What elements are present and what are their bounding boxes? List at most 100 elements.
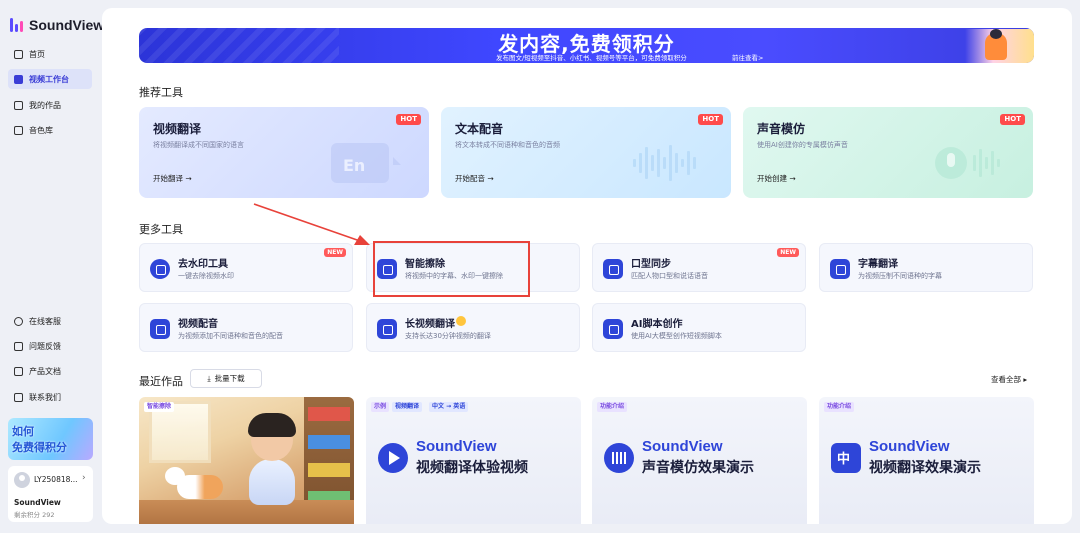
vip-crown-icon [456, 316, 466, 326]
video-workbench-icon [14, 74, 23, 84]
avatar [14, 472, 30, 488]
tool-title: 视频配音 [178, 319, 218, 330]
caret-right-icon: ▸ [1023, 375, 1028, 384]
microphone-icon [935, 147, 1000, 179]
banner-character-icon [985, 29, 1007, 60]
view-all-link[interactable]: 查看全部 ▸ [991, 374, 1027, 385]
tool-subtitle-translate[interactable]: 字幕翻译 为视频压制不同语种的字幕 [819, 243, 1033, 292]
chevron-right-icon[interactable]: › [82, 473, 86, 483]
work-tag: 视频翻译 [392, 402, 423, 412]
card-desc: 将文本转成不同语种和音色的音频 [455, 141, 560, 149]
work-tag: 智能擦除 [144, 402, 175, 412]
sidebar-item-contact-us[interactable]: 联系我们 [8, 387, 92, 407]
video-dubbing-icon [150, 319, 170, 339]
tool-desc: 使用AI大模型创作短视频脚本 [631, 332, 722, 340]
download-circle-icon [150, 259, 170, 279]
tool-ai-script[interactable]: AI脚本创作 使用AI大模型创作短视频脚本 [592, 303, 806, 352]
work-card-subtitle-demo[interactable]: 功能介绍 中 SoundView 视频翻译效果演示 [819, 397, 1034, 524]
promo-line-2: 免费得积分 [12, 441, 67, 454]
start-dubbing-link[interactable]: 开始配音 → [455, 173, 494, 184]
sidebar-item-home[interactable]: 首页 [8, 44, 92, 64]
work-name: 声音模仿效果演示 [642, 460, 754, 476]
promo-banner[interactable]: 发内容,免费领积分 发布图文/短视频至抖音、小红书、视频号等平台，可免费领取积分… [139, 28, 1034, 63]
app-name: SoundView [29, 17, 105, 33]
qrcode-icon [14, 392, 23, 402]
document-icon [14, 366, 23, 376]
work-card-smart-erase[interactable]: 智能擦除 [139, 397, 354, 524]
app-logo[interactable]: SoundView [10, 17, 104, 33]
card-desc: 使用AI创建你的专属模仿声音 [757, 141, 848, 149]
play-icon [378, 443, 408, 473]
batch-download-button[interactable]: ⤓ 批量下载 [190, 369, 262, 388]
batch-download-label: 批量下载 [214, 374, 245, 383]
card-title: 视频翻译 [153, 122, 202, 136]
tool-desc: 支持长达30分钟视频的翻译 [405, 332, 491, 340]
work-card-translate-demo[interactable]: 示例 视频翻译 中文 → 英语 SoundView 视频翻译体验视频 [366, 397, 581, 524]
child-hair-illustration [248, 413, 296, 437]
new-badge: NEW [324, 248, 346, 257]
tool-desc: 匹配人物口型和说话语音 [631, 272, 708, 280]
tool-lip-sync[interactable]: 口型同步 匹配人物口型和说话语音 NEW [592, 243, 806, 292]
start-create-link[interactable]: 开始创建 → [757, 173, 796, 184]
tool-desc: 为视频压制不同语种的字幕 [858, 272, 942, 280]
work-card-voice-clone-demo[interactable]: 功能介绍 SoundView 声音模仿效果演示 [592, 397, 807, 524]
sidebar-item-label: 视频工作台 [29, 74, 69, 84]
sidebar-item-my-works[interactable]: 我的作品 [8, 95, 92, 115]
sidebar-item-label: 问题反馈 [29, 341, 61, 351]
section-title-recommended: 推荐工具 [139, 86, 183, 99]
tool-card-video-translate[interactable]: 视频翻译 将视频翻译成不同国家的语言 开始翻译 → HOT En [139, 107, 429, 198]
works-icon [14, 100, 23, 110]
promo-line-1: 如何 [12, 425, 34, 438]
sidebar: SoundView 首页 视频工作台 我的作品 音色库 在线客服 问题反馈 产品… [0, 0, 104, 533]
new-badge: NEW [777, 248, 799, 257]
tool-card-text-dubbing[interactable]: 文本配音 将文本转成不同语种和音色的音频 开始配音 → HOT [441, 107, 731, 198]
headset-icon [14, 316, 23, 326]
audio-bars-icon [604, 443, 634, 473]
sidebar-item-product-docs[interactable]: 产品文档 [8, 361, 92, 381]
highlight-box [373, 241, 530, 297]
free-points-promo[interactable]: 如何 免费得积分 [8, 418, 93, 460]
tool-desc: 为视频添加不同语种和音色的配音 [178, 332, 283, 340]
download-icon: ⤓ [207, 373, 211, 383]
card-title: 文本配音 [455, 122, 504, 136]
banner-link[interactable]: 前往查看> [732, 52, 763, 62]
work-name: 视频翻译效果演示 [869, 460, 981, 476]
main-panel: 发内容,免费领积分 发布图文/短视频至抖音、小红书、视频号等平台，可免费领取积分… [102, 8, 1072, 524]
tool-card-voice-clone[interactable]: 声音模仿 使用AI创建你的专属模仿声音 开始创建 → HOT [743, 107, 1033, 198]
work-tag: 示例 [371, 402, 390, 412]
voice-library-icon [14, 125, 23, 135]
sidebar-item-online-support[interactable]: 在线客服 [8, 311, 92, 331]
lip-sync-icon [603, 259, 623, 279]
tool-title: 长视频翻译 [405, 319, 455, 330]
sidebar-item-label: 在线客服 [29, 316, 61, 326]
ai-script-icon [603, 319, 623, 339]
logo-icon [10, 18, 24, 32]
tool-title: AI脚本创作 [631, 319, 683, 330]
sidebar-item-voice-library[interactable]: 音色库 [8, 120, 92, 140]
waveform-icon [633, 145, 696, 181]
user-card[interactable]: LY250818... › SoundView 剩余积分 292 [8, 466, 93, 522]
sidebar-item-label: 我的作品 [29, 100, 61, 110]
tool-video-dubbing[interactable]: 视频配音 为视频添加不同语种和音色的配音 [139, 303, 353, 352]
sidebar-item-feedback[interactable]: 问题反馈 [8, 336, 92, 356]
home-icon [14, 49, 23, 59]
svg-text:En: En [343, 156, 365, 175]
arrow-annotation-icon [253, 203, 370, 245]
tool-desc: 一键去除视频水印 [178, 272, 234, 280]
tool-long-video-translate[interactable]: 长视频翻译 支持长达30分钟视频的翻译 [366, 303, 580, 352]
user-name: LY250818... [34, 475, 78, 484]
banner-subtitle: 发布图文/短视频至抖音、小红书、视频号等平台，可免费领取积分 [496, 54, 687, 62]
feedback-icon [14, 341, 23, 351]
sidebar-item-label: 联系我们 [29, 392, 61, 402]
card-title: 声音模仿 [757, 122, 806, 136]
section-title-more-tools: 更多工具 [139, 223, 183, 236]
user-plan: SoundView [14, 498, 61, 507]
tool-title: 字幕翻译 [858, 259, 898, 270]
work-name: 视频翻译体验视频 [416, 460, 528, 476]
start-translate-link[interactable]: 开始翻译 → [153, 173, 192, 184]
sidebar-item-video-workbench[interactable]: 视频工作台 [8, 69, 92, 89]
sidebar-item-label: 产品文档 [29, 366, 61, 376]
tool-watermark-remover[interactable]: 去水印工具 一键去除视频水印 NEW [139, 243, 353, 292]
section-title-recent: 最近作品 [139, 375, 183, 388]
translate-en-icon: En [331, 143, 401, 183]
